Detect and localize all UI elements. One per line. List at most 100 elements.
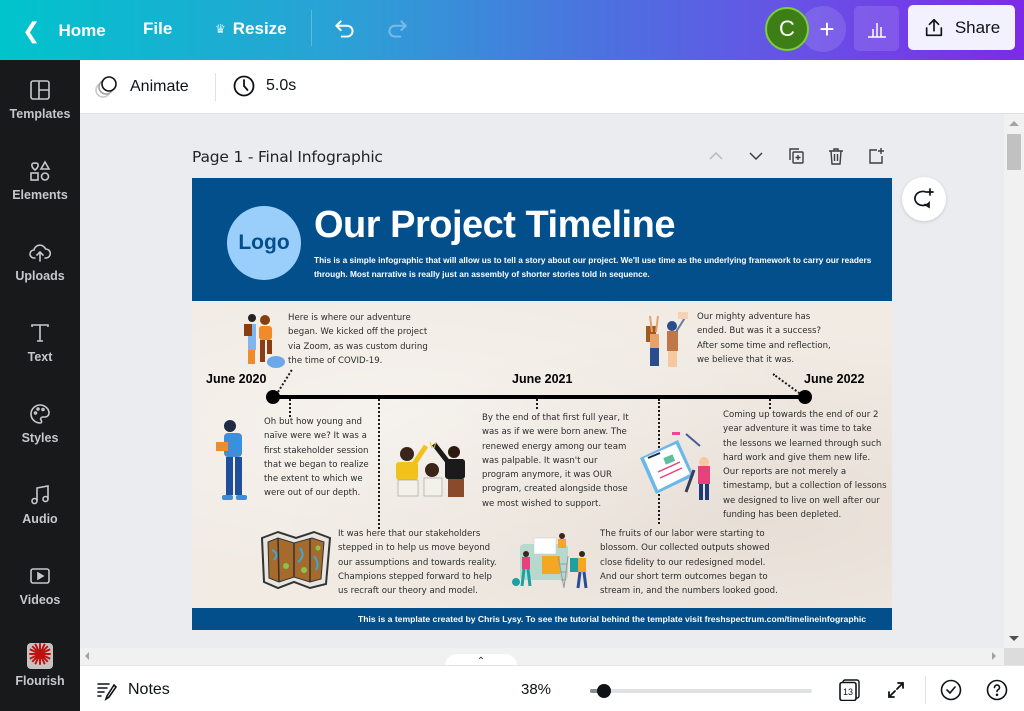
sidebar-item-styles[interactable]: Styles — [0, 402, 80, 472]
bar-chart-icon — [867, 22, 886, 38]
puzzle-team-illustration[interactable] — [512, 530, 592, 590]
celebrating-hikers-illustration[interactable] — [642, 312, 690, 368]
divider — [215, 73, 216, 101]
fullscreen-icon[interactable] — [886, 680, 906, 700]
duplicate-page-icon[interactable] — [786, 146, 806, 166]
add-page-icon[interactable] — [866, 146, 886, 166]
infographic-footer: This is a template created by Chris Lysy… — [192, 608, 892, 630]
map-illustration[interactable] — [260, 528, 332, 590]
crown-icon: ♛ — [215, 22, 226, 36]
report-design-illustration[interactable] — [638, 428, 716, 504]
trash-icon[interactable] — [826, 146, 846, 166]
bottom-bar: Notes 38% 13 — [80, 665, 1024, 711]
sidebar-item-label: Flourish — [15, 674, 65, 688]
animate-label: Animate — [130, 78, 189, 95]
elements-icon — [30, 160, 51, 181]
logo-placeholder[interactable]: Logo — [227, 206, 301, 280]
help-icon[interactable] — [986, 679, 1008, 701]
sidebar-item-text[interactable]: Text — [0, 321, 80, 391]
hikers-illustration[interactable] — [240, 310, 286, 368]
avatar-initial: C — [779, 16, 795, 41]
page-title[interactable]: Page 1 - Final Infographic — [192, 148, 383, 166]
team-high-five-illustration[interactable] — [390, 440, 480, 498]
surprised-person-illustration[interactable] — [214, 418, 258, 504]
chevron-left-icon: ❮ — [22, 18, 41, 43]
sidebar-item-label: Elements — [12, 188, 68, 202]
palette-icon — [30, 404, 50, 424]
flourish-app-icon — [27, 642, 53, 669]
sidebar-item-audio[interactable]: Audio — [0, 483, 80, 553]
sidebar-item-elements[interactable]: Elements — [0, 159, 80, 229]
story-text[interactable]: Coming up towards the end of our 2 year … — [723, 408, 887, 522]
comment-add-icon — [914, 188, 934, 209]
page-grid-button[interactable]: 13 — [839, 679, 861, 702]
animate-icon — [95, 76, 117, 98]
notes-button[interactable]: Notes — [96, 679, 170, 701]
home-label: Home — [58, 21, 106, 40]
resize-button[interactable]: ♛ Resize — [215, 19, 287, 39]
avatar[interactable]: C — [765, 7, 809, 51]
share-label: Share — [954, 17, 1001, 37]
chevron-down-icon[interactable] — [746, 146, 766, 166]
scroll-up-arrow-icon[interactable] — [1009, 121, 1019, 126]
file-menu-button[interactable]: File — [143, 19, 172, 39]
footer-credit[interactable]: This is a template created by Chris Lysy… — [358, 614, 866, 624]
infographic-title[interactable]: Our Project Timeline — [314, 204, 675, 247]
redo-icon[interactable] — [384, 16, 410, 42]
story-text[interactable]: By the end of that first full year, It w… — [482, 411, 634, 511]
duration-button[interactable]: 5.0s — [232, 74, 296, 98]
connector-dotted-line — [536, 399, 538, 409]
sidebar-item-label: Videos — [19, 593, 61, 607]
zoom-slider[interactable] — [590, 684, 812, 698]
upload-cloud-icon — [29, 244, 52, 262]
resize-label: Resize — [232, 19, 287, 38]
sidebar-item-uploads[interactable]: Uploads — [0, 240, 80, 310]
notes-icon — [97, 683, 118, 701]
home-button[interactable]: ❮ Home — [22, 18, 106, 44]
zoom-slider-handle[interactable] — [597, 684, 611, 698]
story-text[interactable]: The fruits of our labor were starting to… — [600, 527, 782, 598]
animate-button[interactable]: Animate — [94, 74, 189, 100]
scrollbar-thumb[interactable] — [1007, 134, 1021, 170]
undo-icon[interactable] — [332, 16, 358, 42]
vertical-scrollbar[interactable] — [1004, 114, 1024, 648]
divider — [311, 10, 312, 46]
sidebar-item-flourish[interactable]: Flourish — [0, 642, 80, 711]
zoom-percentage[interactable]: 38% — [521, 681, 551, 698]
story-text[interactable]: Here is where our adventure began. We ki… — [288, 311, 438, 368]
story-text[interactable]: Our mighty adventure has ended. But was … — [697, 310, 837, 367]
sidebar-item-videos[interactable]: Videos — [0, 564, 80, 634]
scroll-left-arrow-icon[interactable] — [85, 652, 89, 660]
duration-label: 5.0s — [266, 77, 297, 94]
infographic-page[interactable]: Logo Our Project Timeline This is a simp… — [192, 178, 892, 630]
page-count: 13 — [843, 687, 853, 697]
templates-icon — [30, 80, 50, 100]
file-label: File — [143, 19, 173, 38]
editor-toolbar: Animate 5.0s — [80, 60, 1024, 114]
pages-icon: 13 — [839, 679, 860, 702]
scroll-right-arrow-icon[interactable] — [992, 652, 996, 660]
date-label[interactable]: June 2021 — [512, 372, 572, 386]
infographic-header: Logo Our Project Timeline This is a simp… — [192, 178, 892, 301]
chevron-up-icon[interactable] — [706, 146, 726, 166]
check-circle-icon[interactable] — [940, 679, 962, 701]
notes-label: Notes — [128, 681, 170, 698]
date-label[interactable]: June 2022 — [804, 372, 864, 386]
scroll-down-arrow-icon[interactable] — [1009, 636, 1019, 641]
sidebar-item-templates[interactable]: Templates — [0, 78, 80, 148]
connector-dotted-line — [378, 399, 380, 529]
add-comment-button[interactable] — [902, 177, 946, 221]
date-label[interactable]: June 2020 — [206, 372, 266, 386]
insights-button[interactable] — [854, 6, 899, 51]
infographic-subtitle[interactable]: This is a simple infographic that will a… — [314, 253, 874, 281]
horizontal-scrollbar[interactable] — [80, 648, 1004, 665]
divider — [925, 676, 926, 704]
sidebar-item-label: Templates — [9, 107, 71, 121]
story-text[interactable]: It was here that our stakeholders steppe… — [338, 527, 503, 598]
story-text[interactable]: Oh but how young and naïve were we? It w… — [264, 415, 376, 501]
sidebar-item-label: Styles — [21, 431, 59, 445]
page-tools — [706, 146, 886, 166]
sidebar: Templates Elements Uploads Text Styles A… — [0, 60, 80, 711]
top-bar: ❮ Home File ♛ Resize + C Share — [0, 0, 1024, 60]
share-button[interactable]: Share — [908, 5, 1015, 50]
